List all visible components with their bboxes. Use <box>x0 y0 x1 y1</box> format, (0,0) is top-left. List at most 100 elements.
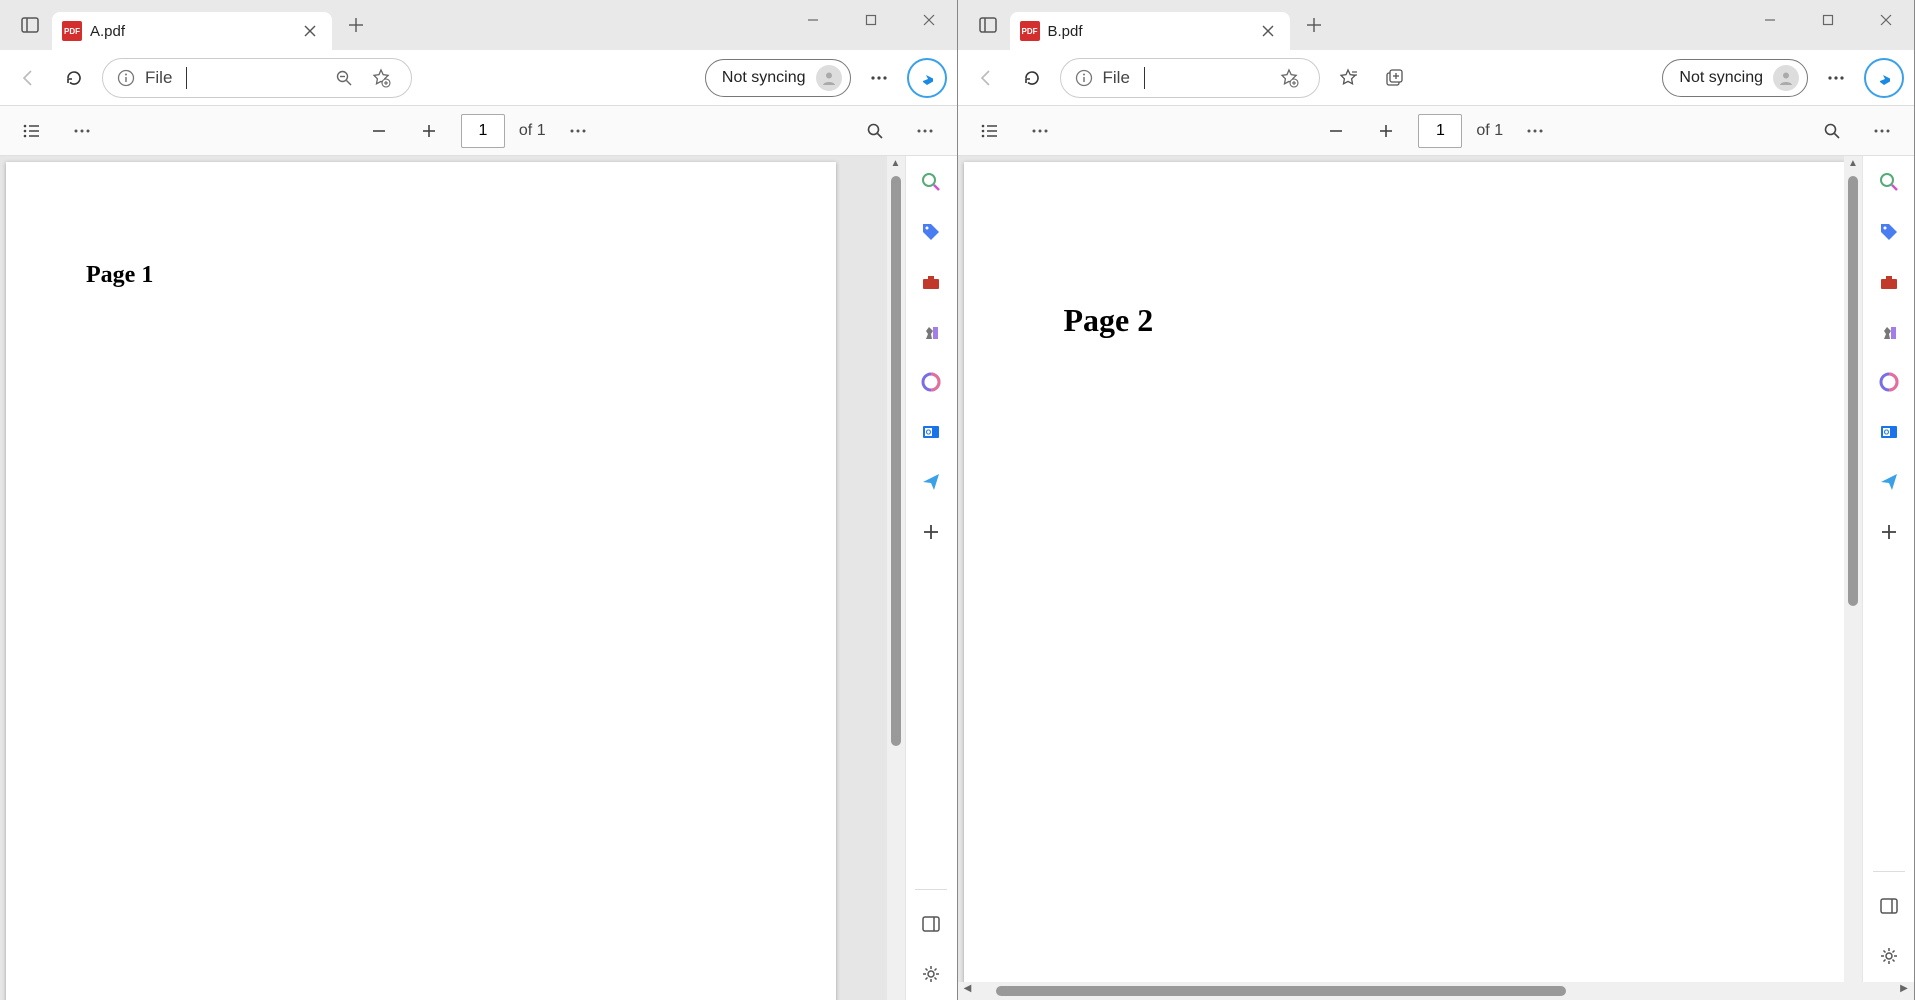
plus-icon <box>922 523 940 541</box>
scroll-right-button[interactable]: ▶ <box>1896 983 1912 999</box>
favorites-bar-button[interactable] <box>1330 60 1366 96</box>
profile-avatar-icon <box>816 65 842 91</box>
sidebar-collapse-button[interactable] <box>1873 890 1905 922</box>
vertical-scrollbar[interactable]: ▲ <box>1844 156 1862 982</box>
tab-b-pdf[interactable]: PDF B.pdf <box>1010 12 1290 50</box>
back-button[interactable] <box>10 60 46 96</box>
scroll-up-button[interactable]: ▲ <box>888 158 904 174</box>
refresh-button[interactable] <box>56 60 92 96</box>
maximize-button[interactable] <box>843 0 899 40</box>
zoom-indicator-button[interactable] <box>335 69 361 87</box>
sidebar-settings-button[interactable] <box>915 958 947 990</box>
tag-icon <box>1878 221 1900 243</box>
sidebar-add-button[interactable] <box>915 516 947 548</box>
settings-more-button[interactable] <box>1818 60 1854 96</box>
zoom-in-button[interactable] <box>1368 113 1404 149</box>
search-icon <box>920 171 942 193</box>
tab-actions-button[interactable] <box>966 3 1010 47</box>
zoom-out-button[interactable] <box>361 113 397 149</box>
sidebar-search-button[interactable] <box>1873 166 1905 198</box>
address-bar[interactable]: File <box>102 58 412 98</box>
content-area: Page 2 ▲ O ◀ <box>958 156 1915 1000</box>
pdf-page: Page 1 <box>6 162 836 1000</box>
back-button[interactable] <box>968 60 1004 96</box>
pdf-viewport[interactable]: Page 2 <box>958 156 1845 982</box>
close-tab-button[interactable] <box>304 25 322 37</box>
minimize-button[interactable] <box>1742 0 1798 40</box>
scroll-up-button[interactable]: ▲ <box>1845 158 1861 174</box>
collections-button[interactable] <box>1376 60 1412 96</box>
profile-sync-button[interactable]: Not syncing <box>1662 59 1808 97</box>
pdf-file-icon: PDF <box>1020 21 1040 41</box>
tab-a-pdf[interactable]: PDF A.pdf <box>52 12 332 50</box>
bing-discover-button[interactable] <box>1864 58 1904 98</box>
scroll-left-button[interactable]: ◀ <box>960 983 976 999</box>
favorites-add-button[interactable] <box>371 68 397 88</box>
profile-sync-button[interactable]: Not syncing <box>705 59 851 97</box>
favorites-add-button[interactable] <box>1279 68 1305 88</box>
pdf-viewport[interactable]: Page 1 <box>0 156 887 1000</box>
maximize-button[interactable] <box>1800 0 1856 40</box>
close-icon <box>923 14 935 26</box>
scrollbar-thumb[interactable] <box>891 176 901 746</box>
address-bar[interactable]: File <box>1060 58 1320 98</box>
scrollbar-thumb[interactable] <box>1848 176 1858 606</box>
sidebar-add-button[interactable] <box>1873 516 1905 548</box>
chess-icon <box>920 321 942 343</box>
sidebar-shopping-button[interactable] <box>915 216 947 248</box>
new-tab-button[interactable] <box>338 7 374 43</box>
tab-actions-button[interactable] <box>8 3 52 47</box>
page-view-more-button[interactable] <box>1517 113 1553 149</box>
settings-more-button[interactable] <box>861 60 897 96</box>
sidebar-tools-button[interactable] <box>1873 266 1905 298</box>
sidebar-settings-button[interactable] <box>1873 940 1905 972</box>
collections-icon <box>1384 68 1404 88</box>
pdf-contents-button[interactable] <box>14 113 50 149</box>
pdf-toolbar-more-left[interactable] <box>1022 113 1058 149</box>
page-number-input[interactable] <box>461 114 505 148</box>
chess-icon <box>1878 321 1900 343</box>
page-view-more-button[interactable] <box>560 113 596 149</box>
vertical-scrollbar[interactable]: ▲ <box>887 156 905 1000</box>
bing-icon <box>916 67 938 89</box>
refresh-button[interactable] <box>1014 60 1050 96</box>
sidebar-shopping-button[interactable] <box>1873 216 1905 248</box>
tab-title: B.pdf <box>1048 23 1254 40</box>
sidebar-games-button[interactable] <box>1873 316 1905 348</box>
site-info-button[interactable] <box>1075 69 1093 87</box>
horizontal-scrollbar[interactable]: ◀ ▶ <box>958 982 1915 1000</box>
sidebar-search-button[interactable] <box>915 166 947 198</box>
sidebar-send-button[interactable] <box>915 466 947 498</box>
pdf-toolbar-more-right[interactable] <box>1864 113 1900 149</box>
sidebar-outlook-button[interactable]: O <box>1873 416 1905 448</box>
scrollbar-thumb[interactable] <box>996 986 1566 996</box>
sidebar-office-button[interactable] <box>1873 366 1905 398</box>
pdf-find-button[interactable] <box>857 113 893 149</box>
tab-title: A.pdf <box>90 23 296 40</box>
close-tab-button[interactable] <box>1262 25 1280 37</box>
sidebar-outlook-button[interactable]: O <box>915 416 947 448</box>
sidebar-collapse-button[interactable] <box>915 908 947 940</box>
sidebar-office-button[interactable] <box>915 366 947 398</box>
close-window-button[interactable] <box>1858 0 1914 40</box>
minimize-button[interactable] <box>785 0 841 40</box>
pdf-find-button[interactable] <box>1814 113 1850 149</box>
new-tab-button[interactable] <box>1296 7 1332 43</box>
close-window-button[interactable] <box>901 0 957 40</box>
pdf-toolbar-more-left[interactable] <box>64 113 100 149</box>
pdf-toolbar-more-right[interactable] <box>907 113 943 149</box>
page-number-input[interactable] <box>1418 114 1462 148</box>
sidebar-games-button[interactable] <box>915 316 947 348</box>
pdf-contents-button[interactable] <box>972 113 1008 149</box>
panel-icon <box>1879 896 1899 916</box>
sidebar-tools-button[interactable] <box>915 266 947 298</box>
bing-icon <box>1873 67 1895 89</box>
zoom-in-button[interactable] <box>411 113 447 149</box>
gear-icon <box>1879 946 1899 966</box>
gear-icon <box>921 964 941 984</box>
close-icon <box>1262 25 1274 37</box>
site-info-button[interactable] <box>117 69 135 87</box>
zoom-out-button[interactable] <box>1318 113 1354 149</box>
sidebar-send-button[interactable] <box>1873 466 1905 498</box>
bing-discover-button[interactable] <box>907 58 947 98</box>
